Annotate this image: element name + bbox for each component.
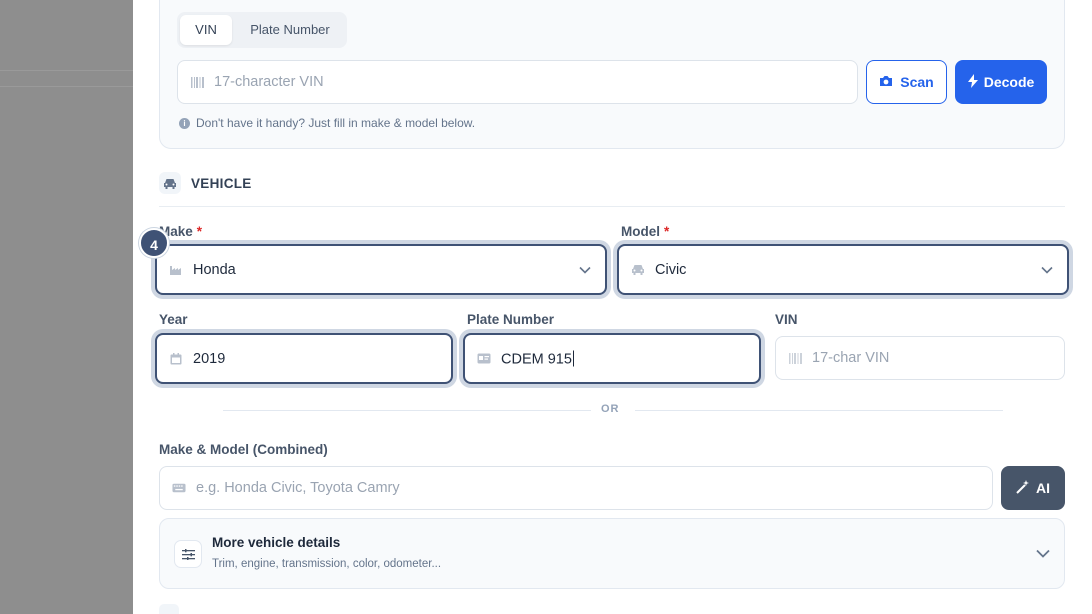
decode-button-label: Decode <box>983 74 1035 90</box>
model-label: Model * <box>621 224 669 239</box>
more-details-toggle[interactable]: More vehicle details Trim, engine, trans… <box>159 518 1065 589</box>
model-value: Civic <box>655 261 687 278</box>
or-line-right <box>635 410 1003 411</box>
vin-label: VIN <box>775 312 798 327</box>
barcode-icon <box>788 351 802 365</box>
backdrop-divider <box>0 86 133 87</box>
combined-placeholder: e.g. Honda Civic, Toyota Camry <box>196 480 400 496</box>
vin-input[interactable]: 17-char VIN <box>775 336 1065 380</box>
or-divider: OR <box>223 403 1003 419</box>
required-marker: * <box>664 224 670 239</box>
vin-hint: i Don't have it handy? Just fill in make… <box>179 116 475 130</box>
more-details-subtitle: Trim, engine, transmission, color, odome… <box>212 558 442 570</box>
vin-lookup-placeholder: 17-character VIN <box>214 74 324 90</box>
ai-button-label: AI <box>1036 480 1050 496</box>
required-marker: * <box>196 224 203 239</box>
more-details-title: More vehicle details <box>212 535 341 550</box>
chevron-down-icon <box>1041 266 1053 274</box>
car-icon <box>159 172 181 194</box>
model-select[interactable]: Civic <box>617 244 1069 295</box>
camera-icon <box>879 74 893 90</box>
bolt-icon <box>967 73 978 91</box>
magic-wand-icon <box>1016 479 1030 497</box>
tab-plate-number[interactable]: Plate Number <box>237 15 343 45</box>
calendar-icon <box>169 352 183 366</box>
or-line-left <box>223 410 591 411</box>
next-section-icon <box>159 604 179 614</box>
car-icon <box>631 263 645 277</box>
vin-lookup-input[interactable]: 17-character VIN <box>177 60 858 104</box>
text-caret <box>572 350 574 366</box>
make-select[interactable]: Honda <box>155 244 607 295</box>
plate-label: Plate Number <box>467 312 555 327</box>
year-input[interactable]: 2019 <box>155 333 453 384</box>
keyboard-icon <box>172 481 186 495</box>
chevron-down-icon <box>579 266 591 274</box>
vin-placeholder: 17-char VIN <box>812 350 890 366</box>
section-divider <box>159 206 1065 207</box>
vehicle-section-title: VEHICLE <box>191 175 252 191</box>
barcode-icon <box>190 75 204 89</box>
vehicle-section-header: VEHICLE <box>159 172 252 194</box>
year-label: Year <box>159 312 188 327</box>
plate-value: CDEM 915 <box>501 351 572 367</box>
scan-button[interactable]: Scan <box>866 60 947 104</box>
decode-button[interactable]: Decode <box>955 60 1047 104</box>
vehicle-form-panel: VIN Plate Number 17-character VIN Scan D… <box>133 0 1092 614</box>
year-value: 2019 <box>193 350 226 367</box>
step-badge: 4 <box>139 228 169 258</box>
id-card-icon <box>477 352 491 366</box>
combined-input[interactable]: e.g. Honda Civic, Toyota Camry <box>159 466 993 510</box>
make-value: Honda <box>193 261 236 278</box>
factory-icon <box>169 263 183 277</box>
backdrop-divider <box>0 70 133 71</box>
tab-vin[interactable]: VIN <box>180 15 232 45</box>
plate-value-wrap: CDEM 915 <box>501 350 574 367</box>
scan-button-label: Scan <box>900 74 934 90</box>
ai-button[interactable]: AI <box>1001 466 1065 510</box>
modal-backdrop[interactable] <box>0 0 133 614</box>
vin-hint-text: Don't have it handy? Just fill in make &… <box>196 116 476 130</box>
chevron-down-icon <box>1036 549 1050 558</box>
combined-label: Make & Model (Combined) <box>159 442 328 457</box>
info-icon: i <box>179 117 190 129</box>
model-label-text: Model <box>621 224 660 239</box>
lookup-mode-toggle: VIN Plate Number <box>177 12 347 48</box>
or-text: OR <box>601 403 620 415</box>
sliders-icon <box>174 540 202 568</box>
plate-input[interactable]: CDEM 915 <box>463 333 761 384</box>
